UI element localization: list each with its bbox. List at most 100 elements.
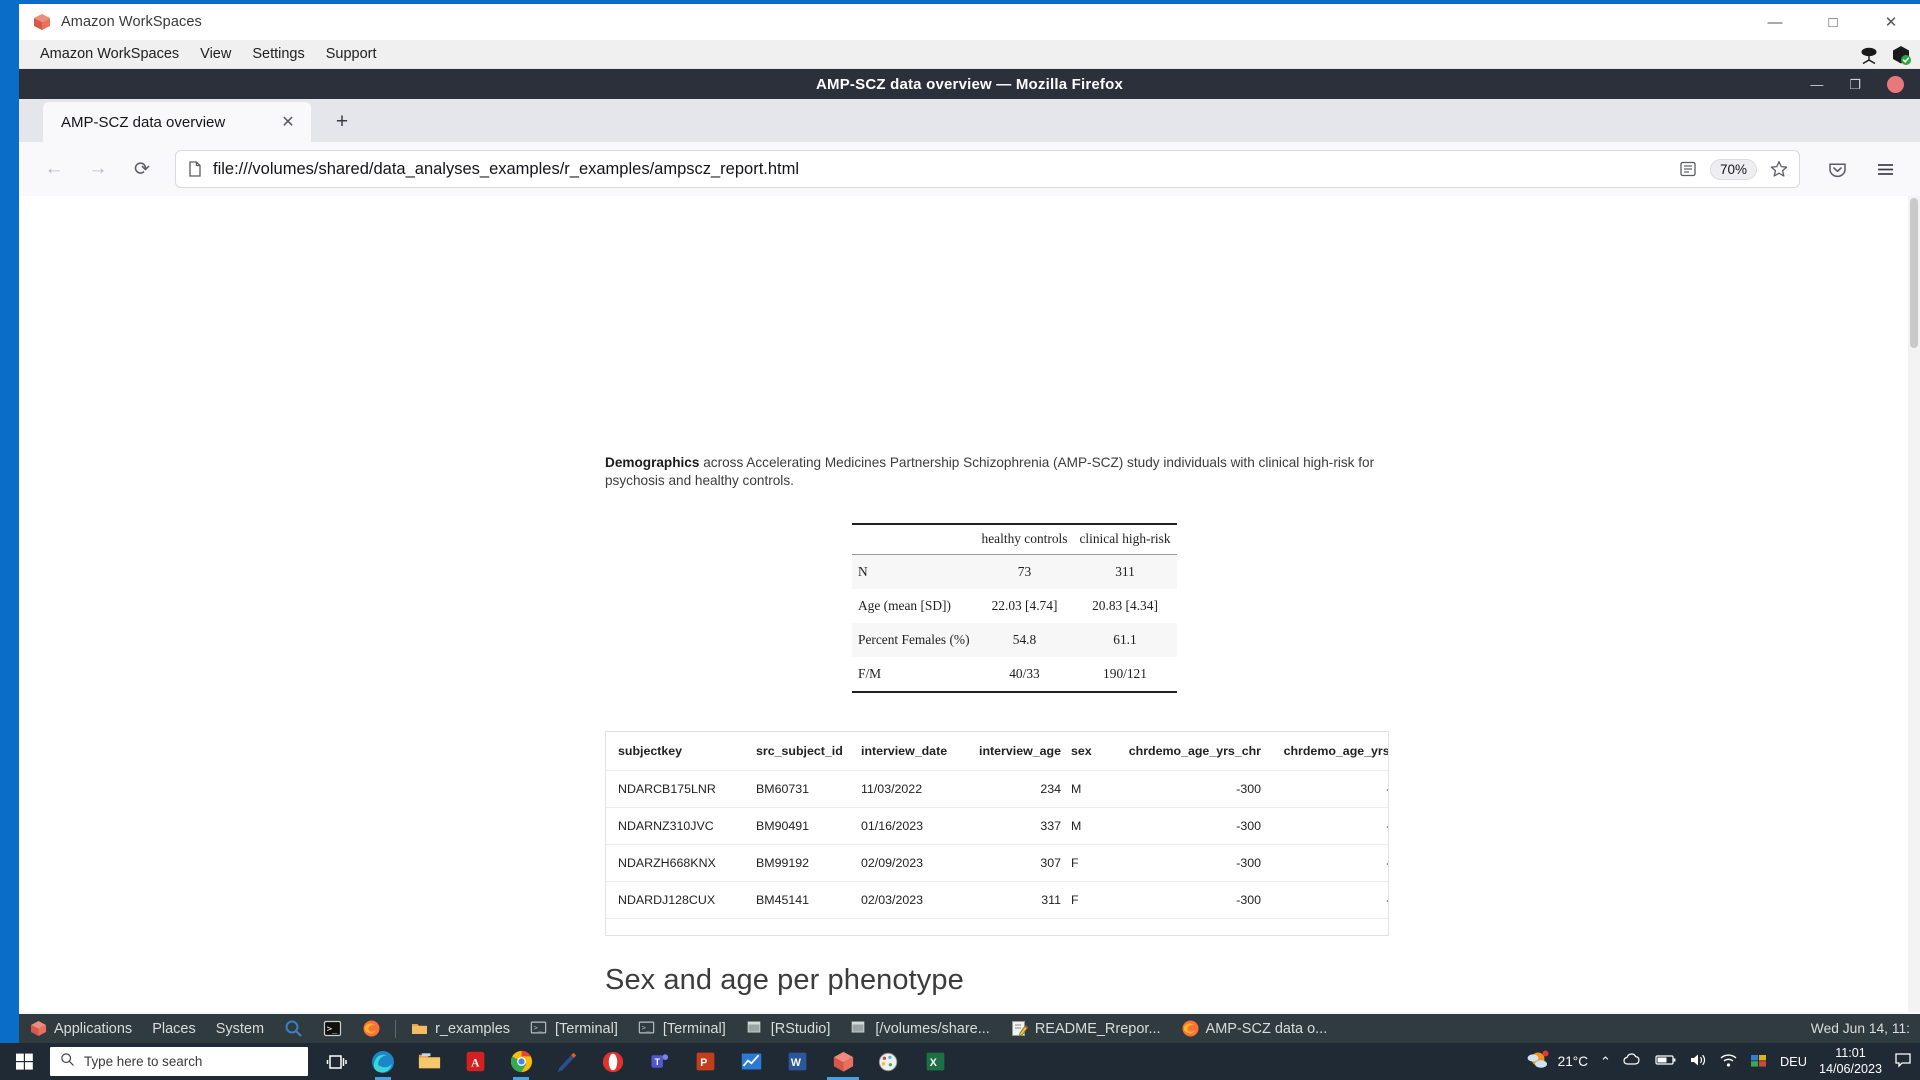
volume-icon[interactable] xyxy=(1689,1052,1707,1071)
gnome-clock[interactable]: Wed Jun 14, 11: xyxy=(1811,1021,1920,1036)
workspaces-minimize-button[interactable]: — xyxy=(1746,4,1804,40)
battery-icon[interactable] xyxy=(1655,1053,1677,1070)
forward-button[interactable]: → xyxy=(79,150,117,188)
menu-support[interactable]: Support xyxy=(317,43,386,65)
gnome-menu-places[interactable]: Places xyxy=(142,1014,206,1043)
col-chrdemo-age-yrs-hc[interactable]: chrdemo_age_yrs_hc xyxy=(1271,732,1388,771)
start-button[interactable] xyxy=(0,1043,48,1080)
pocket-icon[interactable] xyxy=(1818,150,1856,188)
col-sex[interactable]: sex xyxy=(1071,732,1111,771)
cell-chr-yrs: -300 xyxy=(1111,807,1271,845)
gnome-menu-system[interactable]: System xyxy=(206,1014,274,1043)
firefox-minimize-button[interactable]: — xyxy=(1810,78,1823,91)
menu-settings[interactable]: Settings xyxy=(243,43,313,65)
firefox-icon xyxy=(1181,1019,1200,1038)
edge-icon[interactable] xyxy=(362,1043,404,1080)
word-icon[interactable]: W xyxy=(776,1043,818,1080)
gnome-clock-label: Wed Jun 14, 11: xyxy=(1810,1021,1910,1036)
cell-interview-date: 02/03/2023 xyxy=(861,881,966,919)
launcher-firefox[interactable] xyxy=(352,1014,391,1043)
demographics-col-healthy-controls: healthy controls xyxy=(975,523,1074,555)
taskbar-clock[interactable]: 11:01 14/06/2023 xyxy=(1819,1046,1882,1077)
network-broadcast-icon[interactable] xyxy=(1858,44,1880,66)
taskbar-icons: A T P W X xyxy=(316,1043,956,1080)
acrobat-icon[interactable]: A xyxy=(454,1043,496,1080)
powerpoint-icon[interactable]: P xyxy=(684,1043,726,1080)
terminal-icon: >_ xyxy=(530,1019,549,1038)
file-explorer-icon[interactable] xyxy=(408,1043,450,1080)
intro-rest: across Accelerating Medicines Partnershi… xyxy=(605,455,1375,489)
table-row: Percent Females (%) 54.8 61.1 xyxy=(852,623,1177,657)
cell-subjectkey: NDARCB175LNR xyxy=(606,770,756,808)
gnome-menu-applications[interactable]: Applications xyxy=(19,1014,142,1043)
svg-text:T: T xyxy=(654,1057,660,1067)
excel-icon[interactable]: X xyxy=(914,1043,956,1080)
window-r-examples[interactable]: r_examples xyxy=(400,1014,520,1043)
chrome-icon[interactable] xyxy=(500,1043,542,1080)
cell-hc-yrs: -300 xyxy=(1271,807,1388,845)
window-volumes-share[interactable]: [/volumes/share... xyxy=(840,1014,999,1043)
workspaces-title: Amazon WorkSpaces xyxy=(61,13,202,30)
keyboard-language-indicator[interactable]: DEU xyxy=(1780,1054,1807,1069)
document-icon xyxy=(186,160,204,178)
workspaces-icon[interactable] xyxy=(822,1043,864,1080)
zoom-level-indicator[interactable]: 70% xyxy=(1709,158,1757,180)
workspaces-status-icon[interactable] xyxy=(1890,44,1912,66)
reader-view-icon[interactable] xyxy=(1678,159,1698,179)
scrollbar-thumb[interactable] xyxy=(1910,198,1918,348)
col-src-subject-id[interactable]: src_subject_id xyxy=(756,732,861,771)
row-chr-value: 61.1 xyxy=(1113,632,1137,647)
weather-widget[interactable]: 21°C xyxy=(1525,1049,1588,1074)
wifi-icon[interactable] xyxy=(1719,1053,1738,1071)
subjects-table-head: subjectkey src_subject_id interview_date… xyxy=(606,732,1388,771)
onedrive-icon[interactable] xyxy=(1623,1052,1643,1071)
reload-button[interactable]: ⟳ xyxy=(123,150,161,188)
launcher-magnifier[interactable] xyxy=(274,1014,313,1043)
charts-icon[interactable] xyxy=(730,1043,772,1080)
row-hc-value: 73 xyxy=(1017,564,1032,579)
workspaces-maximize-button[interactable]: □ xyxy=(1804,4,1862,40)
cell-interview-age: 311 xyxy=(966,881,1071,919)
launcher-terminal[interactable]: >_ xyxy=(313,1014,352,1043)
star-icon[interactable] xyxy=(1769,159,1789,179)
window-label: [RStudio] xyxy=(770,1020,831,1037)
menu-view[interactable]: View xyxy=(191,43,240,65)
window-terminal-1[interactable]: >_ [Terminal] xyxy=(520,1014,628,1043)
firefox-restore-button[interactable]: ❐ xyxy=(1849,78,1861,91)
firefox-close-button[interactable] xyxy=(1887,75,1904,93)
chevron-up-icon[interactable]: ⌃ xyxy=(1600,1054,1611,1070)
menu-amazon-workspaces[interactable]: Amazon WorkSpaces xyxy=(31,43,188,65)
window-ampscz-data-overview[interactable]: AMP-SCZ data o... xyxy=(1171,1014,1338,1043)
notification-icon[interactable] xyxy=(1894,1052,1912,1071)
cell-sex: F xyxy=(1071,881,1111,919)
paint-icon[interactable] xyxy=(868,1043,910,1080)
col-chrdemo-age-yrs-chr[interactable]: chrdemo_age_yrs_chr xyxy=(1111,732,1271,771)
windows-flag-icon[interactable] xyxy=(1750,1053,1768,1071)
window-readme-rreport[interactable]: README_Rrepor... xyxy=(1000,1014,1171,1043)
hamburger-menu-icon[interactable] xyxy=(1866,150,1904,188)
window-rstudio[interactable]: [RStudio] xyxy=(736,1014,841,1043)
window-terminal-2[interactable]: >_ [Terminal] xyxy=(628,1014,736,1043)
cell-subjectkey: NDARNZ310JVC xyxy=(606,807,756,845)
opera-icon[interactable] xyxy=(592,1043,634,1080)
new-tab-button[interactable]: + xyxy=(325,105,359,139)
address-bar[interactable]: file:///volumes/shared/data_analyses_exa… xyxy=(175,150,1800,188)
page-scrollbar[interactable] xyxy=(1908,196,1920,1012)
window-label: [Terminal] xyxy=(555,1020,618,1037)
subjects-table-container[interactable]: subjectkey src_subject_id interview_date… xyxy=(605,731,1389,936)
col-interview-date[interactable]: interview_date xyxy=(861,732,966,771)
tab-ampscz-data-overview[interactable]: AMP-SCZ data overview ✕ xyxy=(43,102,311,142)
table-row: NDARCB175LNR BM60731 11/03/2022 234 M -3… xyxy=(606,770,1388,808)
svg-text:A: A xyxy=(471,1057,480,1069)
cell-src-subject-id: BM45141 xyxy=(756,881,861,919)
pdf-xchange-icon[interactable] xyxy=(546,1043,588,1080)
col-interview-age[interactable]: interview_age xyxy=(966,732,1071,771)
col-subjectkey[interactable]: subjectkey xyxy=(606,732,756,771)
search-input[interactable]: Type here to search xyxy=(50,1047,308,1076)
back-button[interactable]: ← xyxy=(35,150,73,188)
teams-icon[interactable]: T xyxy=(638,1043,680,1080)
task-view-icon[interactable] xyxy=(316,1043,358,1080)
workspaces-close-button[interactable]: ✕ xyxy=(1862,4,1920,40)
table-row: NDARDJ128CUX BM45141 02/03/2023 311 F -3… xyxy=(606,881,1388,919)
close-icon[interactable]: ✕ xyxy=(275,109,301,135)
